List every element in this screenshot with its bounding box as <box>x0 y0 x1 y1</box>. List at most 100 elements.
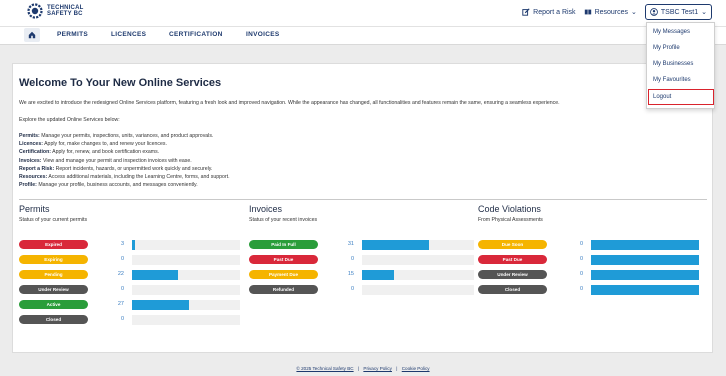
menu-my-messages[interactable]: My Messages <box>653 29 690 35</box>
nav-licences[interactable]: LICENCES <box>111 31 146 38</box>
logo-gear-icon <box>27 3 43 19</box>
footer: © 2025 Technical Safety BC | Privacy Pol… <box>0 366 726 371</box>
privacy-policy-link[interactable]: Privacy Policy <box>363 366 392 371</box>
status-count[interactable]: 0 <box>573 240 583 249</box>
status-badge[interactable]: Paid In Full <box>249 240 318 249</box>
definition-item: Licences: Apply for, make changes to, an… <box>19 141 167 148</box>
report-risk-label: Report a Risk <box>533 8 576 16</box>
footer-separator: | <box>396 366 398 371</box>
status-bar-fill <box>591 255 699 265</box>
status-count[interactable]: 0 <box>344 255 354 264</box>
menu-my-favourites[interactable]: My Favourites <box>653 77 691 83</box>
invoices-panel: Invoices Status of your recent invoices … <box>249 204 474 295</box>
status-bar-track <box>591 270 699 280</box>
status-bar-track <box>132 240 240 250</box>
status-count[interactable]: 27 <box>114 300 124 309</box>
resources-dropdown[interactable]: Resources ⌄ <box>584 4 637 20</box>
status-count[interactable]: 0 <box>114 285 124 294</box>
status-badge[interactable]: Active <box>19 300 88 309</box>
page-title: Welcome To Your New Online Services <box>19 77 222 89</box>
status-badge[interactable]: Pending <box>19 270 88 279</box>
home-button[interactable] <box>24 28 40 42</box>
service-definitions: Permits: Manage your permits, inspection… <box>19 132 230 189</box>
status-count[interactable]: 0 <box>573 285 583 294</box>
status-badge[interactable]: Under Review <box>478 270 547 279</box>
home-icon <box>28 31 36 39</box>
status-badge[interactable]: Refunded <box>249 285 318 294</box>
user-menu-button[interactable]: TSBC Test1 ⌄ <box>644 4 712 20</box>
status-count[interactable]: 22 <box>114 270 124 279</box>
definition-item: Resources: Access additional materials, … <box>19 174 230 181</box>
permits-panel: Permits Status of your current permits E… <box>19 204 240 325</box>
status-bar-fill <box>591 270 699 280</box>
copyright-link[interactable]: © 2025 Technical Safety BC <box>296 366 353 371</box>
violations-title: Code Violations <box>478 204 541 214</box>
status-bar-fill <box>591 285 699 295</box>
definition-item: Certification: Apply for, renew, and boo… <box>19 149 160 156</box>
chevron-down-icon: ⌄ <box>631 9 637 16</box>
edit-icon <box>522 8 530 16</box>
menu-my-businesses[interactable]: My Businesses <box>653 61 693 67</box>
logo-line2: SAFETY BC <box>47 11 83 17</box>
nav-invoices[interactable]: INVOICES <box>246 31 279 38</box>
status-count[interactable]: 3 <box>114 240 124 249</box>
intro-text: We are excited to introduce the redesign… <box>19 100 560 106</box>
status-bar-fill <box>362 240 430 250</box>
invoices-title: Invoices <box>249 204 283 214</box>
explore-text: Explore the updated Online Services belo… <box>19 117 120 123</box>
status-badge[interactable]: Expiring <box>19 255 88 264</box>
status-bar-fill <box>362 270 395 280</box>
permits-subtitle: Status of your current permits <box>19 217 88 223</box>
status-badge[interactable]: Past Due <box>478 255 547 264</box>
status-bar-track <box>591 285 699 295</box>
nav-certification[interactable]: CERTIFICATION <box>169 31 223 38</box>
violations-subtitle: From Physical Assessments <box>478 217 543 223</box>
status-bar-track <box>362 285 474 295</box>
user-dropdown-menu: My Messages My Profile My Businesses My … <box>646 22 715 109</box>
definition-item: Report a Risk: Report incidents, hazards… <box>19 165 213 172</box>
status-badge[interactable]: Payment Due <box>249 270 318 279</box>
footer-separator: | <box>357 366 360 371</box>
welcome-card: Welcome To Your New Online Services We a… <box>12 63 713 353</box>
nav-permits[interactable]: PERMITS <box>57 31 88 38</box>
status-count[interactable]: 0 <box>114 255 124 264</box>
status-bar-track <box>591 240 699 250</box>
status-bar-fill <box>132 300 190 310</box>
permits-title: Permits <box>19 204 50 214</box>
status-bar-track <box>132 255 240 265</box>
user-name: TSBC Test1 <box>660 8 699 16</box>
status-badge[interactable]: Closed <box>19 315 88 324</box>
logout-button[interactable]: Logout <box>648 89 714 105</box>
status-badge[interactable]: Past Due <box>249 255 318 264</box>
status-bar-track <box>362 255 474 265</box>
status-badge[interactable]: Closed <box>478 285 547 294</box>
status-bar-track <box>132 270 240 280</box>
status-badge[interactable]: Expired <box>19 240 88 249</box>
status-bar-fill <box>132 270 179 280</box>
status-bar-track <box>132 315 240 325</box>
report-risk-link[interactable]: Report a Risk <box>522 4 576 20</box>
status-count[interactable]: 0 <box>114 315 124 324</box>
menu-my-profile[interactable]: My Profile <box>653 45 680 51</box>
invoices-subtitle: Status of your recent invoices <box>249 217 318 223</box>
status-badge[interactable]: Due Soon <box>478 240 547 249</box>
cookie-policy-link[interactable]: Cookie Policy <box>402 366 430 371</box>
status-badge[interactable]: Under Review <box>19 285 88 294</box>
status-count[interactable]: 0 <box>573 255 583 264</box>
violations-panel: Code Violations From Physical Assessment… <box>478 204 699 295</box>
status-count[interactable]: 0 <box>573 270 583 279</box>
status-count[interactable]: 0 <box>344 285 354 294</box>
top-bar: TECHNICAL SAFETY BC Report a Risk Resour… <box>0 0 726 27</box>
user-icon <box>650 8 658 16</box>
section-divider <box>19 199 707 200</box>
status-count[interactable]: 15 <box>344 270 354 279</box>
tsbc-logo[interactable]: TECHNICAL SAFETY BC <box>27 3 83 19</box>
book-icon <box>584 9 591 15</box>
status-bar-fill <box>591 240 699 250</box>
status-bar-track <box>132 285 240 295</box>
resources-label: Resources <box>594 8 629 16</box>
logout-label: Logout <box>653 94 672 100</box>
status-bar-track <box>362 270 474 280</box>
status-bar-track <box>362 240 474 250</box>
status-count[interactable]: 31 <box>344 240 354 249</box>
